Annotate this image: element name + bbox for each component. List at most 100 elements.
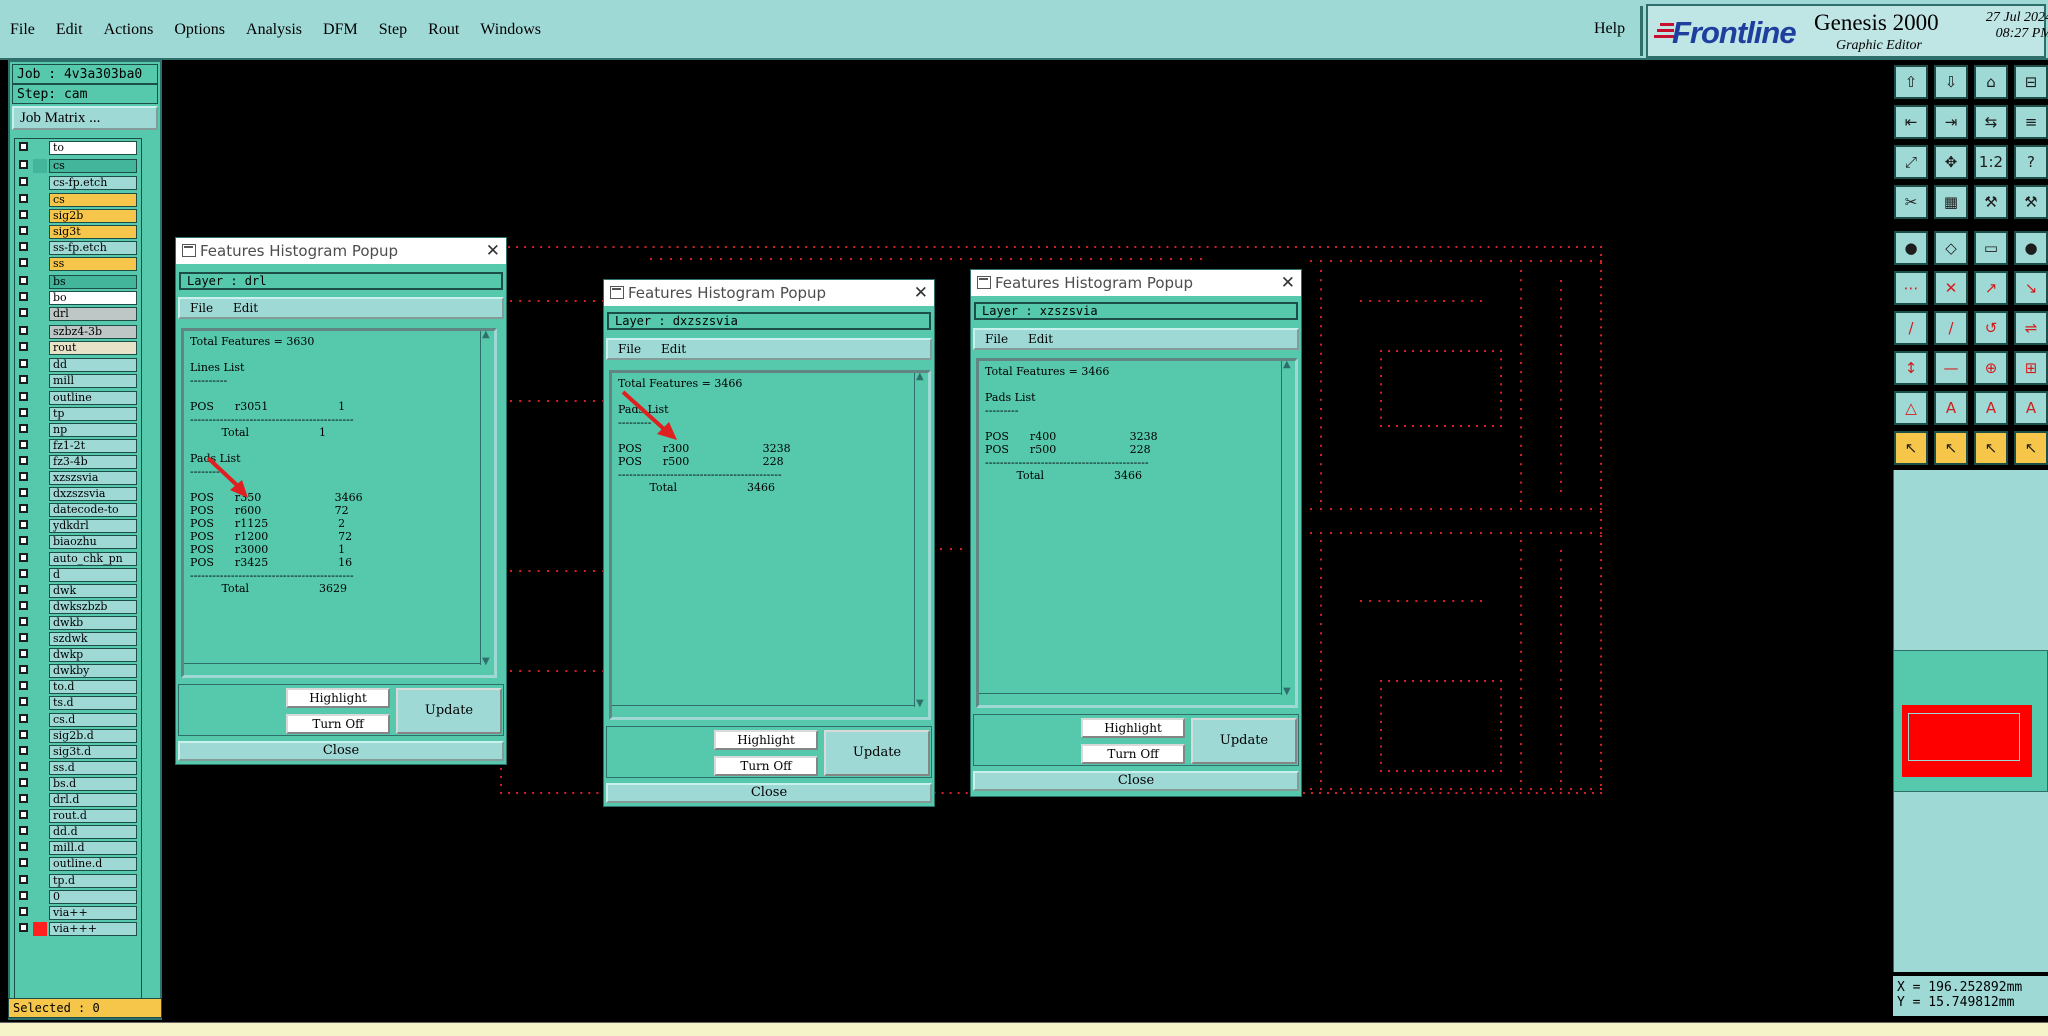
layer-checkbox[interactable] (19, 142, 28, 151)
layer-name[interactable]: ss.d (49, 760, 137, 775)
layer-affected-mark[interactable] (33, 176, 47, 190)
histogram-text-area[interactable]: Total Features = 3466 Pads List --------… (976, 358, 1298, 708)
layer-name[interactable]: dwk (49, 583, 137, 598)
tool-button-icon[interactable]: ⇤ (1894, 105, 1928, 139)
layer-name[interactable]: ss (49, 256, 137, 271)
tool-button-icon[interactable]: ✂ (1894, 185, 1928, 219)
layer-row[interactable]: dd (17, 358, 139, 373)
close-button[interactable]: Close (178, 741, 504, 761)
layer-name[interactable]: to (49, 141, 137, 155)
popup-titlebar[interactable]: Features Histogram Popup ✕ (971, 270, 1301, 296)
layer-checkbox[interactable] (19, 359, 28, 369)
layer-affected-mark[interactable] (33, 241, 47, 255)
tool-button-icon[interactable]: ⋯ (1894, 271, 1928, 305)
tool-button-icon[interactable]: A (1974, 391, 2008, 425)
layer-checkbox[interactable] (19, 472, 28, 481)
layer-name[interactable]: fz3-4b (49, 454, 137, 469)
layer-row[interactable]: bs.d (17, 776, 139, 791)
layer-row[interactable]: cs-fp.etch (17, 176, 139, 191)
layer-row[interactable]: sig2b (17, 208, 139, 223)
highlight-button[interactable]: Highlight (1081, 718, 1185, 738)
layer-row[interactable]: xzszsvia (17, 471, 139, 485)
horizontal-scrollbar[interactable] (979, 693, 1281, 705)
layer-row[interactable]: 0 (17, 889, 139, 904)
tool-button-icon[interactable]: / (1934, 311, 1968, 345)
tool-button-icon[interactable]: ↖ (2014, 431, 2048, 465)
layer-row[interactable]: drl (17, 306, 139, 321)
layer-checkbox[interactable] (19, 536, 28, 546)
menu-edit[interactable]: Edit (56, 21, 83, 39)
layer-checkbox[interactable] (19, 552, 28, 562)
layer-row[interactable]: dxzszsvia (17, 487, 139, 502)
layer-name[interactable]: auto_chk_pn (49, 551, 137, 566)
close-button[interactable]: Close (973, 771, 1299, 791)
layer-name[interactable]: sig3t (49, 224, 137, 239)
layer-name[interactable]: np (49, 422, 137, 437)
tool-button-icon[interactable]: ▭ (1974, 231, 2008, 265)
layer-name[interactable]: ss-fp.etch (49, 240, 137, 255)
layer-affected-mark[interactable] (33, 225, 47, 239)
turn-off-button[interactable]: Turn Off (1081, 744, 1185, 764)
turn-off-button[interactable]: Turn Off (714, 756, 818, 776)
layer-affected-mark[interactable] (33, 777, 47, 791)
layer-affected-mark[interactable] (33, 809, 47, 823)
layer-name[interactable]: drl.d (49, 793, 137, 807)
layer-affected-mark[interactable] (33, 584, 47, 598)
tool-button-icon[interactable]: ⇆ (1974, 105, 2008, 139)
layer-checkbox[interactable] (19, 826, 28, 836)
layer-affected-mark[interactable] (33, 696, 47, 710)
layer-checkbox[interactable] (19, 325, 28, 335)
close-icon[interactable]: ✕ (1281, 270, 1295, 296)
layer-checkbox[interactable] (19, 761, 28, 771)
layer-name[interactable]: dwkb (49, 615, 137, 630)
layer-checkbox[interactable] (19, 177, 28, 187)
layer-affected-mark[interactable] (33, 193, 47, 207)
layer-checkbox[interactable] (19, 794, 28, 803)
layer-affected-mark[interactable] (33, 307, 47, 321)
layer-row[interactable]: sig2b.d (17, 728, 139, 743)
layer-name[interactable]: szdwk (49, 632, 137, 646)
menu-step[interactable]: Step (379, 21, 407, 39)
tool-button-icon[interactable]: ⊞ (2014, 351, 2048, 385)
layer-checkbox[interactable] (19, 391, 28, 401)
layer-checkbox[interactable] (19, 681, 28, 691)
tool-button-icon[interactable]: ⇧ (1894, 65, 1928, 99)
layer-name[interactable]: sig2b (49, 208, 137, 223)
layer-row[interactable]: dwk (17, 583, 139, 598)
layer-row[interactable]: d (17, 567, 139, 582)
layer-name[interactable]: dd (49, 358, 137, 373)
update-button[interactable]: Update (824, 730, 930, 776)
layer-checkbox[interactable] (19, 665, 28, 675)
layer-row[interactable]: mill (17, 374, 139, 389)
popup-menu-file[interactable]: File (618, 342, 641, 356)
menu-dfm[interactable]: DFM (323, 21, 358, 39)
layer-checkbox[interactable] (19, 307, 28, 317)
menu-actions[interactable]: Actions (104, 21, 154, 39)
layer-name[interactable]: dwkszbzb (49, 599, 137, 614)
layer-checkbox[interactable] (19, 193, 28, 203)
layer-row[interactable]: bs (17, 274, 139, 289)
layer-row[interactable]: ss.d (17, 760, 139, 775)
layer-name[interactable]: cs (49, 158, 137, 173)
tool-button-icon[interactable]: ● (2014, 231, 2048, 265)
layer-affected-mark[interactable] (33, 729, 47, 743)
layer-affected-mark[interactable] (33, 535, 47, 549)
tool-button-icon[interactable]: ↗ (1974, 271, 2008, 305)
tool-button-icon[interactable]: ⇩ (1934, 65, 1968, 99)
layer-checkbox[interactable] (19, 842, 28, 852)
update-button[interactable]: Update (1191, 718, 1297, 764)
popup-titlebar[interactable]: Features Histogram Popup ✕ (176, 238, 506, 264)
layer-name[interactable]: tp (49, 406, 137, 421)
layer-affected-mark[interactable] (33, 358, 47, 372)
tool-button-icon[interactable]: ✥ (1934, 145, 1968, 179)
tool-button-icon[interactable]: ↖ (1934, 431, 1968, 465)
layer-checkbox[interactable] (19, 584, 28, 594)
tool-button-icon[interactable]: ⇌ (2014, 311, 2048, 345)
layer-affected-mark[interactable] (33, 341, 47, 355)
menu-file[interactable]: File (10, 21, 35, 39)
layer-affected-mark[interactable] (33, 423, 47, 437)
layer-name[interactable]: cs.d (49, 712, 137, 727)
layer-name[interactable]: to.d (49, 680, 137, 695)
layer-checkbox[interactable] (19, 423, 28, 433)
tool-button-icon[interactable]: 1:2 (1974, 145, 2008, 179)
